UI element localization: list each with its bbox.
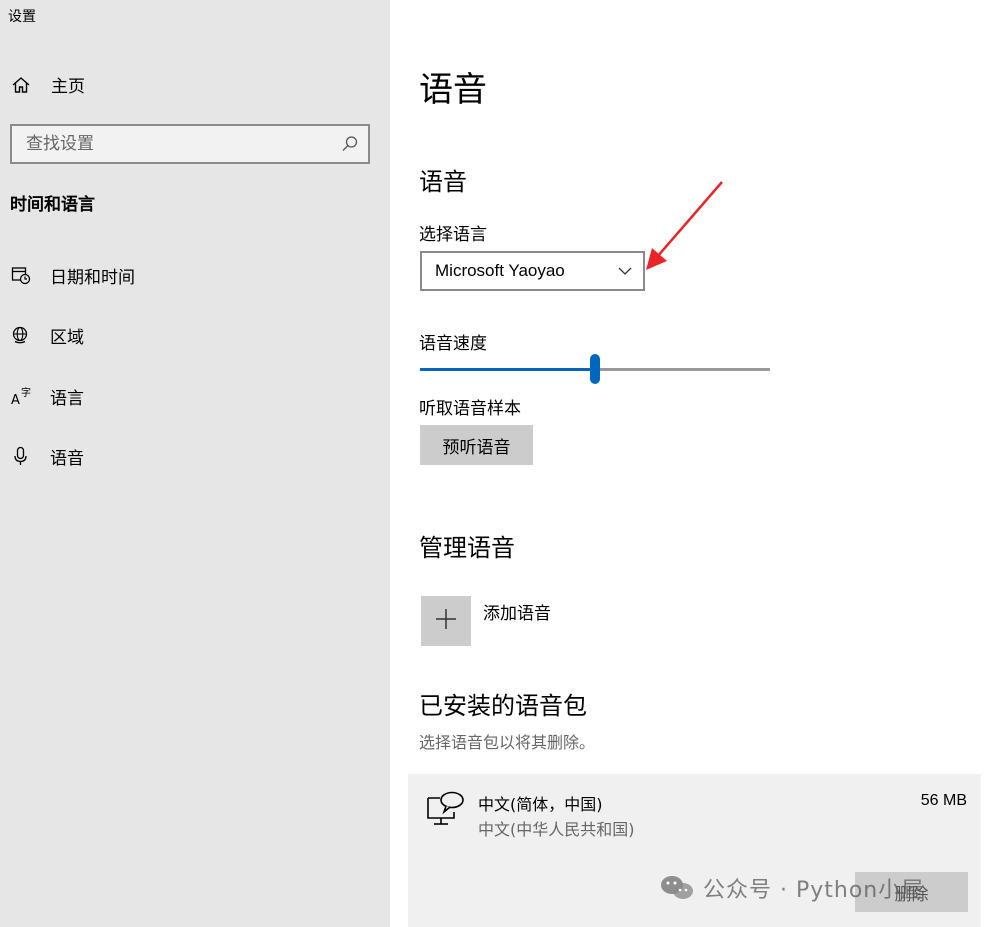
wechat-icon — [659, 874, 695, 902]
slider-thumb[interactable] — [590, 354, 600, 384]
installed-hint: 选择语音包以将其删除。 — [419, 733, 596, 752]
voice-select-value: Microsoft Yaoyao — [435, 261, 565, 280]
voice-pack-item[interactable]: 中文(简体，中国) 中文(中华人民共和国) 56 MB 删除 — [408, 774, 981, 927]
pack-size: 56 MB — [920, 792, 967, 809]
add-voice-button[interactable] — [421, 596, 471, 646]
globe-icon — [10, 324, 32, 346]
plus-icon — [434, 607, 458, 635]
voice-select[interactable]: Microsoft Yaoyao — [420, 251, 645, 291]
search-box[interactable] — [10, 124, 370, 164]
sidebar-item-label: 日期和时间 — [50, 267, 135, 288]
voice-section-title: 语音 — [419, 168, 467, 196]
installed-section-title: 已安装的语音包 — [419, 692, 587, 720]
watermark: 公众号 · Python小屋 — [659, 872, 924, 904]
sidebar-item-label: 区域 — [50, 327, 84, 348]
svg-text:A: A — [11, 393, 20, 407]
calendar-clock-icon — [10, 264, 32, 286]
manage-section-title: 管理语音 — [419, 534, 515, 562]
app-title: 设置 — [8, 9, 36, 25]
pack-name: 中文(简体，中国) — [478, 795, 603, 814]
main-content: 语音 语音 选择语言 Microsoft Yaoyao 语音速度 听取语音样本 … — [390, 0, 986, 927]
page-title: 语音 — [419, 70, 487, 110]
search-input[interactable] — [12, 126, 342, 162]
preview-voice-button[interactable]: 预听语音 — [420, 425, 533, 465]
microphone-icon — [10, 445, 32, 467]
select-voice-label: 选择语言 — [419, 225, 487, 245]
chevron-down-icon — [617, 263, 633, 279]
sidebar-item-language[interactable]: A字 语言 — [10, 381, 84, 411]
sidebar-item-label: 语言 — [50, 388, 84, 409]
speech-bubble-monitor-icon — [424, 790, 468, 830]
sidebar-home-label: 主页 — [51, 77, 85, 97]
speed-label: 语音速度 — [419, 334, 487, 354]
sidebar-home[interactable]: 主页 — [10, 72, 85, 97]
section-title: 时间和语言 — [10, 195, 95, 215]
search-icon[interactable] — [340, 134, 360, 154]
sidebar-item-label: 语音 — [50, 448, 84, 469]
watermark-text: 公众号 · Python小屋 — [703, 878, 925, 903]
pack-region: 中文(中华人民共和国) — [478, 820, 635, 839]
svg-text:字: 字 — [21, 386, 31, 399]
sidebar-item-region[interactable]: 区域 — [10, 320, 84, 350]
language-icon: A字 — [10, 385, 32, 407]
sidebar-item-speech[interactable]: 语音 — [10, 441, 84, 471]
home-icon — [10, 74, 32, 96]
add-voice-row[interactable]: 添加语音 — [421, 596, 551, 646]
sidebar: 设置 主页 时间和语言 日期和时间 区域 A字 语言 语音 — [0, 0, 390, 927]
speed-slider[interactable] — [420, 354, 770, 384]
sidebar-item-date-time[interactable]: 日期和时间 — [10, 260, 135, 290]
add-voice-label: 添加语音 — [483, 604, 551, 624]
slider-fill — [420, 368, 595, 371]
sample-label: 听取语音样本 — [419, 399, 521, 419]
